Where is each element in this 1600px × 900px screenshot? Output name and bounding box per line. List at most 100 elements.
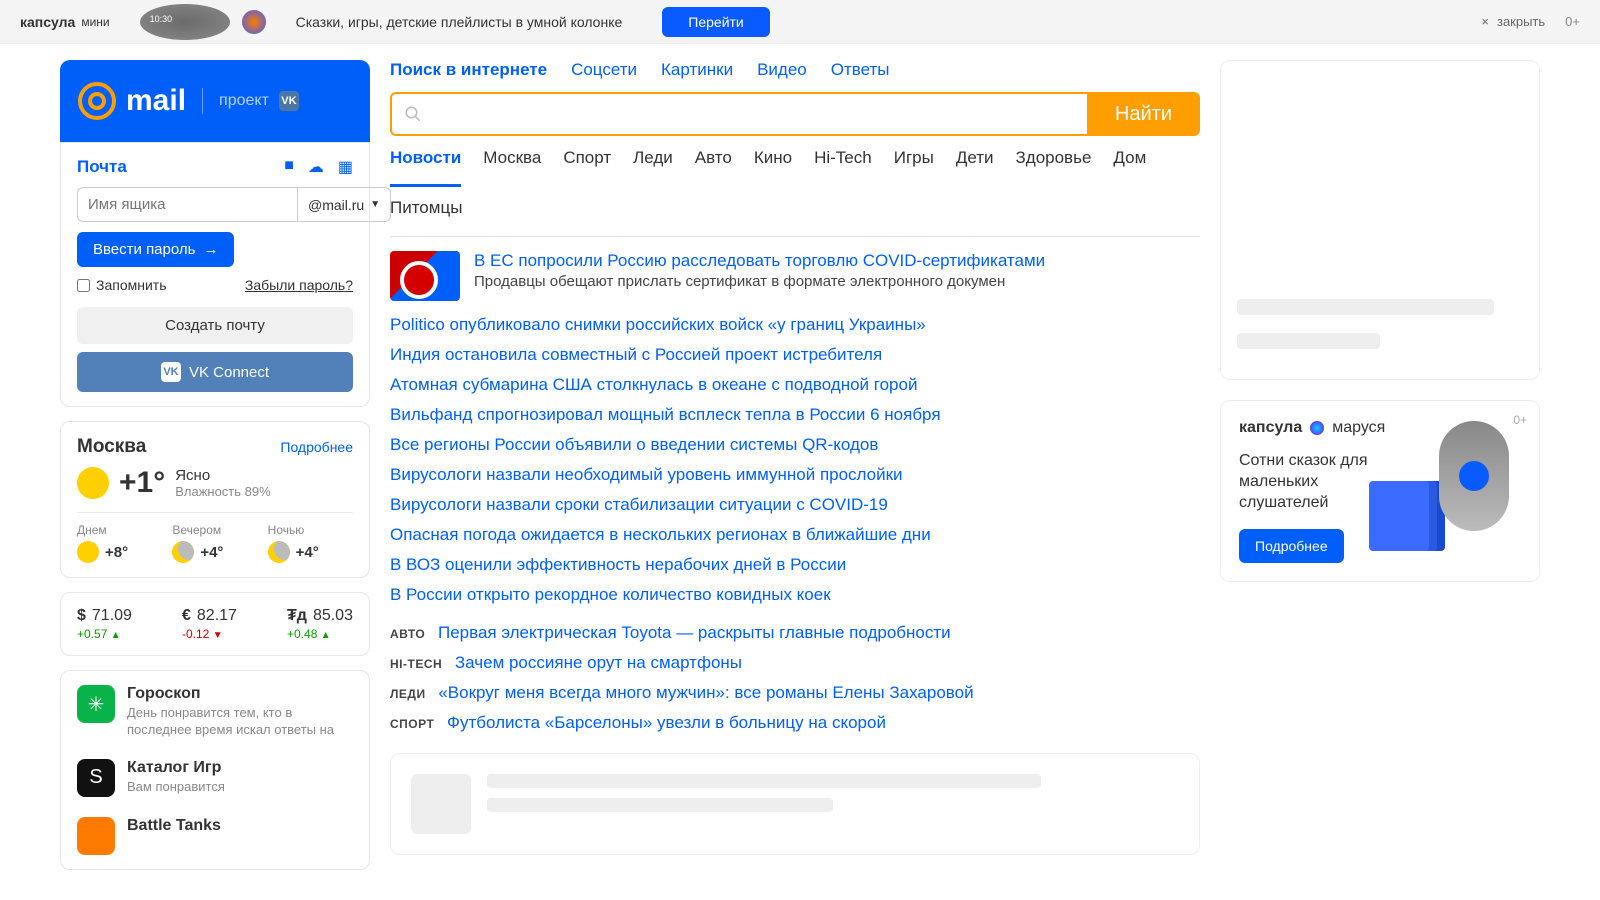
chevron-down-icon: ▼ bbox=[370, 199, 380, 210]
category-tab[interactable]: Москва bbox=[483, 148, 541, 176]
video-icon[interactable]: ■ bbox=[284, 157, 294, 177]
weather-more-link[interactable]: Подробнее bbox=[280, 439, 353, 455]
news-link[interactable]: Индия остановила совместный с Россией пр… bbox=[390, 345, 1200, 365]
mailbox-input[interactable] bbox=[77, 187, 298, 222]
rate-symbol: € bbox=[182, 607, 191, 625]
promo-brand-sub: мини bbox=[81, 15, 109, 29]
news-link[interactable]: Опасная погода ожидается в нескольких ре… bbox=[390, 525, 1200, 545]
search-input[interactable] bbox=[430, 94, 1075, 134]
search-tab[interactable]: Картинки bbox=[661, 60, 733, 80]
news-link[interactable]: Атомная субмарина США столкнулась в океа… bbox=[390, 375, 1200, 395]
promo-more-button[interactable]: Подробнее bbox=[1239, 529, 1344, 563]
rate-item[interactable]: €82.17 -0.12 ▼ bbox=[182, 607, 237, 641]
category-tab[interactable]: Hi-Tech bbox=[814, 148, 872, 176]
category-tab[interactable]: Дети bbox=[956, 148, 994, 176]
domain-select[interactable]: @mail.ru ▼ bbox=[298, 187, 391, 222]
news-list: Politico опубликовало снимки российских … bbox=[390, 315, 1200, 605]
news-link[interactable]: Вирусологи назвали сроки стабилизации си… bbox=[390, 495, 1200, 515]
top-promo-bar: капсула мини Сказки, игры, детские плейл… bbox=[0, 0, 1600, 44]
close-icon: × bbox=[1481, 14, 1489, 29]
lead-thumbnail[interactable] bbox=[390, 251, 460, 301]
search-tab[interactable]: Видео bbox=[757, 60, 807, 80]
search-tab[interactable]: Ответы bbox=[831, 60, 890, 80]
category-tab[interactable]: Игры bbox=[894, 148, 934, 176]
category-tab[interactable]: Спорт bbox=[563, 148, 611, 176]
placeholder-thumb bbox=[411, 774, 471, 834]
weather-part-icon bbox=[268, 541, 290, 563]
search-button[interactable]: Найти bbox=[1087, 92, 1200, 136]
vk-icon: VK bbox=[279, 91, 299, 111]
placeholder-line bbox=[1237, 299, 1494, 315]
category-tab[interactable]: Дом bbox=[1113, 148, 1146, 176]
promo-brand: капсула мини bbox=[20, 14, 110, 30]
search-tab[interactable]: Соцсети bbox=[571, 60, 637, 80]
search-tab[interactable]: Поиск в интернете bbox=[390, 60, 547, 80]
calendar-icon[interactable]: ▦ bbox=[338, 157, 353, 177]
news-link[interactable]: Вильфанд спрогнозировал мощный всплеск т… bbox=[390, 405, 1200, 425]
forgot-password-link[interactable]: Забыли пароль? bbox=[245, 277, 353, 293]
weather-part: Ночью +4° bbox=[268, 523, 353, 563]
category-tab[interactable]: Кино bbox=[754, 148, 792, 176]
tagged-news-row: АВТО Первая электрическая Toyota — раскр… bbox=[390, 623, 1200, 643]
news-link[interactable]: В России открыто рекордное количество ко… bbox=[390, 585, 1200, 605]
category-tab[interactable]: Новости bbox=[390, 148, 461, 187]
list-item-title: Battle Tanks bbox=[127, 817, 221, 835]
weather-condition: Ясно bbox=[175, 467, 270, 484]
logo-project-text: проект bbox=[219, 92, 269, 110]
news-link[interactable]: Вирусологи назвали необходимый уровень и… bbox=[390, 465, 1200, 485]
remember-checkbox[interactable]: Запомнить bbox=[77, 277, 167, 293]
side-list-card: ✳ Гороскоп День понравится тем, кто в по… bbox=[60, 670, 370, 870]
weather-humidity: Влажность 89% bbox=[175, 484, 270, 499]
promo-close-label: закрыть bbox=[1497, 14, 1545, 29]
rate-symbol: $ bbox=[77, 607, 86, 625]
rate-delta: +0.48 ▲ bbox=[287, 627, 331, 641]
news-tag: HI-TECH bbox=[390, 657, 442, 671]
promo-text: Сотни сказок для маленьких слушателей bbox=[1239, 451, 1379, 513]
mail-logo-header[interactable]: mail проект VK bbox=[60, 60, 370, 142]
mail-title[interactable]: Почта bbox=[77, 157, 127, 177]
enter-password-button[interactable]: Ввести пароль → bbox=[77, 232, 234, 267]
create-mail-button[interactable]: Создать почту bbox=[77, 307, 353, 344]
rate-symbol: ₮д bbox=[287, 607, 307, 625]
promo-brand-name: капсула bbox=[1239, 419, 1302, 437]
weather-part-label: Ночью bbox=[268, 523, 353, 537]
category-tab[interactable]: Здоровье bbox=[1016, 148, 1092, 176]
promo-age-label: 0+ bbox=[1565, 14, 1580, 29]
category-tab[interactable]: Леди bbox=[633, 148, 673, 176]
list-item-icon bbox=[77, 817, 115, 855]
placeholder-line bbox=[487, 774, 1041, 788]
rate-item[interactable]: ₮д 85.03 +0.48 ▲ bbox=[287, 607, 353, 641]
rate-value: 85.03 bbox=[313, 607, 353, 625]
cloud-icon[interactable]: ☁ bbox=[308, 157, 324, 177]
news-link[interactable]: Politico опубликовало снимки российских … bbox=[390, 315, 1200, 335]
side-list-item[interactable]: Battle Tanks bbox=[77, 807, 353, 865]
remember-checkbox-input[interactable] bbox=[77, 279, 90, 292]
lead-headline-link[interactable]: В ЕС попросили Россию расследовать торго… bbox=[474, 251, 1045, 270]
placeholder-line bbox=[487, 798, 833, 812]
side-list-item[interactable]: S Каталог Игр Вам понравится bbox=[77, 749, 353, 807]
news-link[interactable]: «Вокруг меня всегда много мужчин»: все р… bbox=[438, 683, 973, 702]
promo-go-button[interactable]: Перейти bbox=[662, 7, 769, 37]
news-tagged-list: АВТО Первая электрическая Toyota — раскр… bbox=[390, 623, 1200, 733]
capsule-promo-card: 0+ капсула маруся Сотни сказок для мален… bbox=[1220, 400, 1540, 582]
weather-part-icon bbox=[77, 541, 99, 563]
logo-mail-text: mail bbox=[126, 84, 186, 118]
side-list-item[interactable]: ✳ Гороскоп День понравится тем, кто в по… bbox=[77, 675, 353, 749]
news-link[interactable]: В ВОЗ оценили эффективность нерабочих дн… bbox=[390, 555, 1200, 575]
weather-city: Москва bbox=[77, 436, 146, 458]
rate-item[interactable]: $71.09 +0.57 ▲ bbox=[77, 607, 132, 641]
news-link[interactable]: Зачем россияне орут на смартфоны bbox=[455, 653, 742, 672]
lead-subtitle: Продавцы обещают прислать сертификат в ф… bbox=[474, 273, 1034, 290]
category-tab[interactable]: Питомцы bbox=[390, 198, 462, 226]
category-tab[interactable]: Авто bbox=[695, 148, 732, 176]
vk-connect-button[interactable]: VK VK Connect bbox=[77, 352, 353, 392]
promo-close-button[interactable]: × закрыть bbox=[1481, 14, 1545, 29]
news-link[interactable]: Футболиста «Барселоны» увезли в больницу… bbox=[447, 713, 886, 732]
news-tag: СПОРТ bbox=[390, 717, 434, 731]
domain-label: @mail.ru bbox=[308, 197, 364, 213]
tagged-news-row: ЛЕДИ «Вокруг меня всегда много мужчин»: … bbox=[390, 683, 1200, 703]
enter-password-label: Ввести пароль bbox=[93, 241, 195, 258]
news-link[interactable]: Первая электрическая Toyota — раскрыты г… bbox=[438, 623, 951, 642]
news-link[interactable]: Все регионы России объявили о введении с… bbox=[390, 435, 1200, 455]
books-icon bbox=[1369, 481, 1429, 551]
